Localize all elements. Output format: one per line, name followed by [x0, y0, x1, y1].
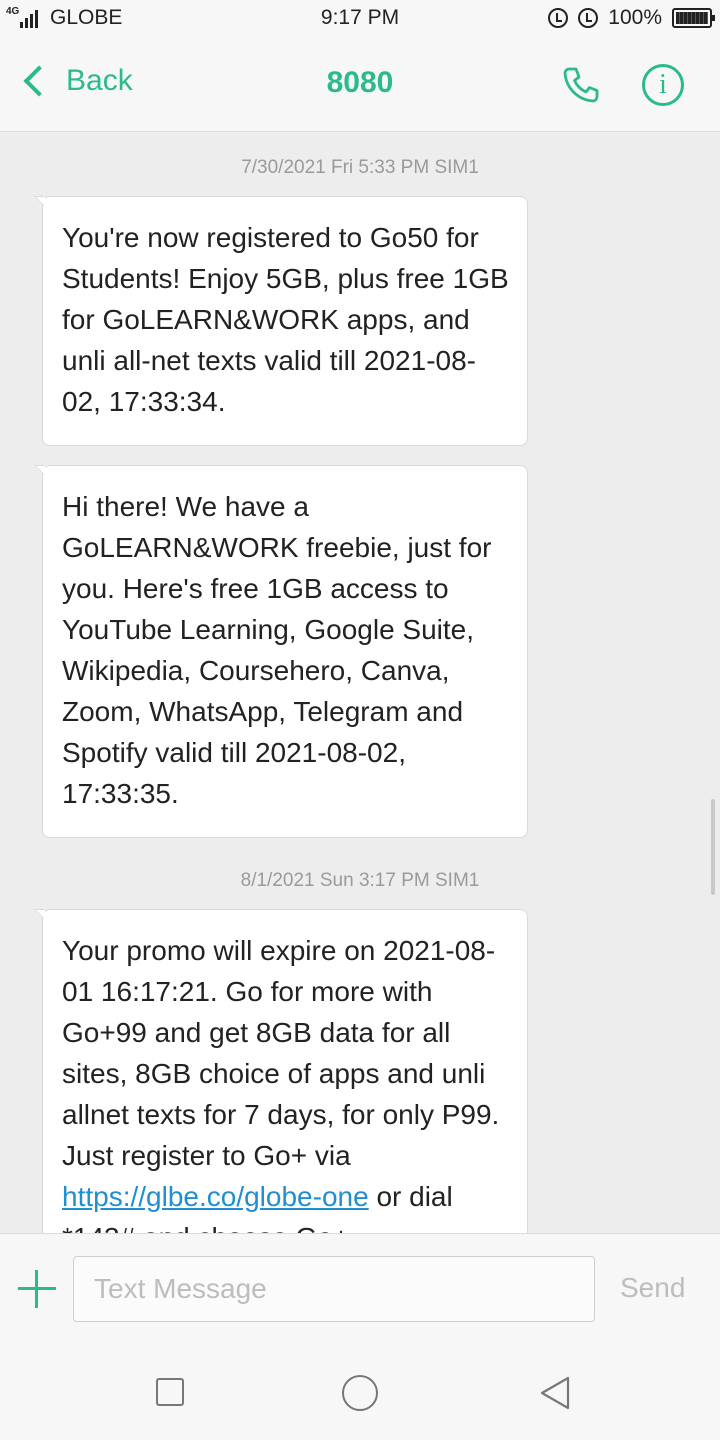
back-chevron-icon — [23, 65, 55, 97]
message-link[interactable]: https://glbe.co/globe-one — [62, 1181, 369, 1212]
status-right: 100% — [548, 6, 715, 30]
back-triangle-icon[interactable] — [538, 1375, 572, 1411]
recent-apps-icon[interactable] — [156, 1378, 184, 1406]
navigation-bar — [0, 1339, 720, 1440]
back-button[interactable]: Back — [20, 64, 133, 98]
info-icon: i — [659, 69, 667, 100]
message-input[interactable] — [73, 1256, 595, 1322]
alarm-icon — [578, 8, 599, 28]
status-bar: 4G GLOBE 9:17 PM 100% — [0, 0, 720, 38]
message-text: You're now registered to Go50 for Studen… — [62, 222, 509, 417]
app-header: Back 8080 i — [0, 38, 720, 132]
message-bubble[interactable]: You're now registered to Go50 for Studen… — [34, 196, 528, 446]
add-attachment-button[interactable] — [18, 1270, 56, 1308]
send-button[interactable]: Send — [620, 1272, 685, 1304]
message-timestamp: 7/30/2021 Fri 5:33 PM SIM1 — [241, 157, 479, 178]
info-button[interactable]: i — [642, 64, 684, 106]
message-thread[interactable]: 7/30/2021 Fri 5:33 PM SIM1 You're now re… — [0, 133, 720, 1233]
phone-icon — [563, 67, 599, 103]
call-button[interactable] — [560, 64, 602, 106]
message-bubble[interactable]: Your promo will expire on 2021-08-01 16:… — [34, 909, 528, 1233]
message-text: Hi there! We have a GoLEARN&WORK freebie… — [62, 491, 492, 809]
message-text: Your promo will expire on 2021-08-01 16:… — [62, 935, 500, 1171]
battery-percent: 100% — [608, 6, 662, 29]
scrollbar[interactable] — [711, 799, 715, 895]
screen-rotation-lock-icon — [548, 8, 569, 28]
back-label: Back — [66, 64, 133, 97]
battery-icon — [672, 8, 715, 28]
message-composer: Send — [0, 1233, 720, 1339]
message-bubble[interactable]: Hi there! We have a GoLEARN&WORK freebie… — [34, 465, 528, 838]
message-timestamp: 8/1/2021 Sun 3:17 PM SIM1 — [240, 870, 480, 891]
home-icon[interactable] — [342, 1375, 378, 1411]
